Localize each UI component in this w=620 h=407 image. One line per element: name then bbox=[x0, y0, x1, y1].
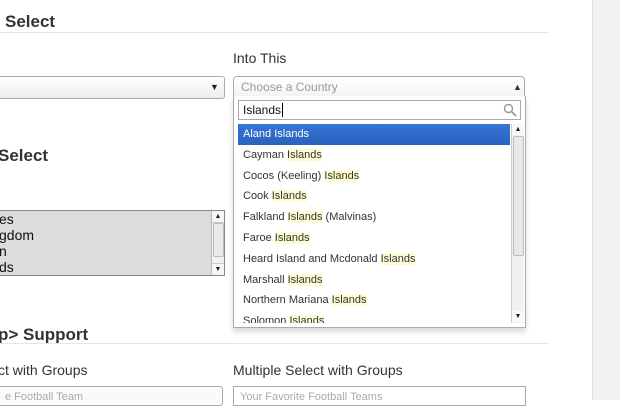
result-highlight: Islands bbox=[331, 294, 367, 307]
result-option[interactable]: Faroe Islands bbox=[238, 228, 510, 249]
multiple-select-groups-label: Multiple Select with Groups bbox=[233, 362, 403, 378]
search-input[interactable]: Islands bbox=[238, 100, 521, 120]
into-this-label: Into This bbox=[233, 50, 287, 66]
result-option[interactable]: Solomon Islands bbox=[238, 311, 510, 323]
scroll-thumb[interactable] bbox=[513, 136, 524, 256]
result-option[interactable]: Cayman Islands bbox=[238, 145, 510, 166]
search-icon bbox=[503, 103, 517, 117]
result-option[interactable]: Northern Mariana Islands bbox=[238, 290, 510, 311]
result-text: Marshall bbox=[243, 273, 288, 286]
chevron-down-icon: ▼ bbox=[210, 82, 219, 92]
results-scrollbar[interactable]: ▲ ▼ bbox=[511, 124, 524, 323]
result-text: Falkland bbox=[243, 211, 288, 224]
scroll-thumb[interactable] bbox=[213, 223, 224, 257]
result-option[interactable]: Cook Islands bbox=[238, 186, 510, 207]
result-highlight: Islands bbox=[289, 315, 325, 323]
section-heading-multiple-select: Select bbox=[0, 146, 49, 165]
list-item[interactable]: ds bbox=[0, 259, 224, 275]
section-heading-standard-select: Select bbox=[5, 12, 56, 31]
result-highlight: Islands bbox=[324, 169, 360, 182]
result-option[interactable]: Cocos (Keeling) Islands bbox=[238, 166, 510, 187]
result-option[interactable]: Marshall Islands bbox=[238, 270, 510, 291]
divider bbox=[0, 32, 549, 33]
scroll-down-icon[interactable]: ▼ bbox=[512, 311, 524, 322]
result-text: Faroe bbox=[243, 231, 275, 244]
result-text: (Malvinas) bbox=[322, 211, 377, 224]
result-highlight: Islands bbox=[271, 190, 307, 203]
text-caret bbox=[282, 103, 284, 117]
standard-select[interactable]: ▼ bbox=[0, 76, 225, 99]
football-team-select[interactable]: e Football Team bbox=[0, 386, 223, 406]
result-text: Aland bbox=[243, 128, 275, 140]
chevron-up-icon: ▲ bbox=[513, 82, 522, 92]
result-option[interactable]: Falkland Islands (Malvinas) bbox=[238, 207, 510, 228]
result-highlight: Islands bbox=[287, 273, 323, 286]
list-item[interactable]: gdom bbox=[0, 227, 224, 243]
section-heading-optgroup-support: p> Support bbox=[0, 325, 89, 344]
result-highlight: Islands bbox=[287, 211, 323, 224]
single-select-groups-label: ct with Groups bbox=[0, 362, 88, 378]
list-item[interactable]: es bbox=[0, 211, 224, 227]
result-text: Cook bbox=[243, 190, 272, 203]
divider bbox=[0, 343, 549, 344]
football-teams-multiselect[interactable]: Your Favorite Football Teams bbox=[233, 386, 526, 406]
result-text: Heard Island and Mcdonald bbox=[243, 252, 381, 265]
chosen-placeholder: Choose a Country bbox=[241, 80, 338, 94]
result-highlight: Islands bbox=[287, 148, 322, 161]
chosen-dropdown: Islands Aland Islands Cayman Islands Cocos… bbox=[233, 96, 526, 328]
page-scrollbar[interactable] bbox=[592, 0, 620, 400]
scroll-up-icon[interactable]: ▲ bbox=[212, 211, 224, 223]
multiselect-scrollbar[interactable]: ▲ ▼ bbox=[211, 211, 224, 275]
result-highlight: Islands bbox=[380, 252, 416, 265]
scroll-up-icon[interactable]: ▲ bbox=[512, 124, 524, 135]
result-text: Northern Mariana bbox=[243, 294, 332, 307]
result-text: Cayman bbox=[243, 148, 288, 161]
result-text: Cocos (Keeling) bbox=[243, 169, 325, 182]
results-list: Aland Islands Cayman Islands Cocos (Keelin… bbox=[238, 124, 510, 323]
scroll-down-icon[interactable]: ▼ bbox=[212, 263, 224, 275]
result-highlight: Islands bbox=[274, 231, 310, 244]
list-item[interactable]: n bbox=[0, 243, 224, 259]
result-option[interactable]: Aland Islands bbox=[238, 124, 510, 145]
multiple-select-box[interactable]: es gdom n ds ▲ ▼ bbox=[0, 210, 225, 276]
result-highlight: Islands bbox=[274, 128, 310, 140]
result-option[interactable]: Heard Island and Mcdonald Islands bbox=[238, 249, 510, 270]
country-chosen-select[interactable]: Choose a Country ▲ bbox=[233, 76, 525, 97]
search-value: Islands bbox=[243, 103, 282, 117]
result-text: Solomon bbox=[243, 315, 290, 323]
